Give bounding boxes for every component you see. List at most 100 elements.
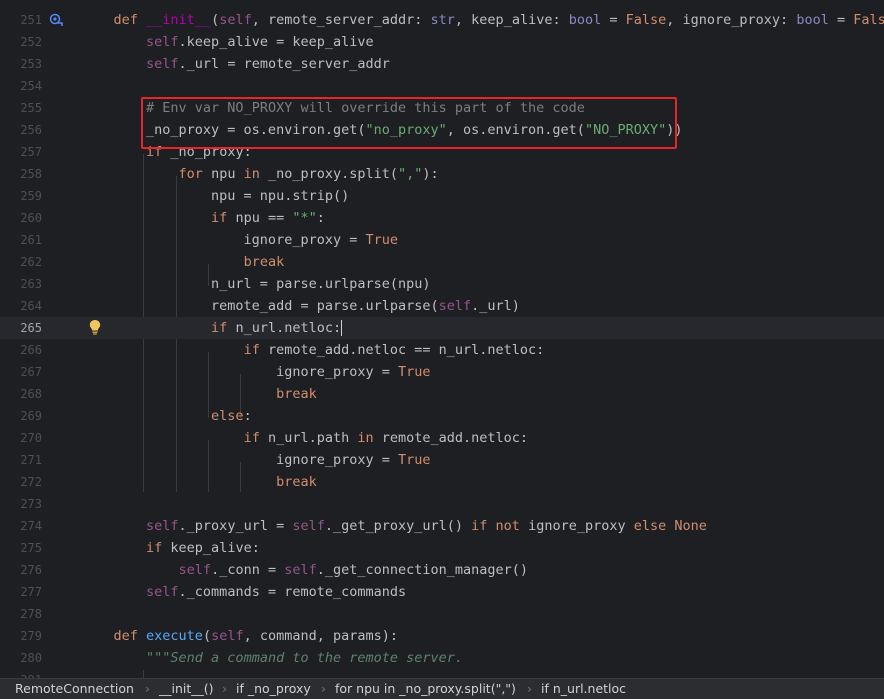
line-number[interactable]: 262	[0, 251, 42, 273]
code-text[interactable]: break	[81, 251, 285, 273]
line-number[interactable]: 252	[0, 31, 42, 53]
code-line[interactable]: 258 for npu in _no_proxy.split(","):	[0, 163, 884, 185]
code-text[interactable]: self._conn = self._get_connection_manage…	[81, 559, 529, 581]
line-number[interactable]: 258	[0, 163, 42, 185]
line-number[interactable]: 272	[0, 471, 42, 493]
line-number[interactable]: 263	[0, 273, 42, 295]
line-number[interactable]: 269	[0, 405, 42, 427]
code-line[interactable]: 252 self.keep_alive = keep_alive	[0, 31, 884, 53]
code-text[interactable]: if keep_alive:	[81, 537, 260, 559]
code-line[interactable]: 251 def __init__(self, remote_server_add…	[0, 9, 884, 31]
code-text[interactable]: if n_url.netloc:	[81, 317, 343, 339]
line-number[interactable]: 271	[0, 449, 42, 471]
code-text[interactable]: ignore_proxy = True	[81, 449, 430, 471]
code-token: ignore_proxy	[528, 518, 634, 534]
code-line[interactable]: 264 remote_add = parse.urlparse(self._ur…	[0, 295, 884, 317]
breadcrumb-item[interactable]: if _no_proxy	[236, 679, 311, 699]
code-line[interactable]: 271 ignore_proxy = True	[0, 449, 884, 471]
line-number[interactable]: 256	[0, 119, 42, 141]
code-line[interactable]: 265 if n_url.netloc:	[0, 317, 884, 339]
code-text[interactable]: self._url = remote_server_addr	[81, 53, 390, 75]
code-line[interactable]: 279 def execute(self, command, params):	[0, 625, 884, 647]
code-line[interactable]: 268 break	[0, 383, 884, 405]
code-line[interactable]: 273	[0, 493, 884, 515]
code-token: ","	[398, 166, 423, 182]
line-number[interactable]: 276	[0, 559, 42, 581]
breadcrumb-item[interactable]: if n_url.netloc	[541, 679, 626, 699]
code-line[interactable]: 270 if n_url.path in remote_add.netloc:	[0, 427, 884, 449]
code-text[interactable]: else:	[81, 405, 252, 427]
code-text[interactable]: break	[81, 383, 317, 405]
code-text[interactable]: def execute(self, command, params):	[81, 625, 399, 647]
line-number[interactable]: 254	[0, 75, 42, 97]
code-line[interactable]: 259 npu = npu.strip()	[0, 185, 884, 207]
code-text[interactable]: for npu in _no_proxy.split(","):	[81, 163, 439, 185]
line-number[interactable]: 266	[0, 339, 42, 361]
code-line[interactable]: 261 ignore_proxy = True	[0, 229, 884, 251]
code-text[interactable]: self._proxy_url = self._get_proxy_url() …	[81, 515, 707, 537]
line-number[interactable]: 255	[0, 97, 42, 119]
line-number[interactable]: 270	[0, 427, 42, 449]
code-line[interactable]: 254	[0, 75, 884, 97]
code-text[interactable]: ignore_proxy = True	[81, 361, 430, 383]
line-number[interactable]: 274	[0, 515, 42, 537]
code-line[interactable]: 274 self._proxy_url = self._get_proxy_ur…	[0, 515, 884, 537]
code-line[interactable]: 267 ignore_proxy = True	[0, 361, 884, 383]
line-number[interactable]: 267	[0, 361, 42, 383]
line-number[interactable]: 278	[0, 603, 42, 625]
breadcrumb-separator: ›	[321, 681, 326, 696]
line-number[interactable]: 281	[0, 669, 42, 678]
code-text[interactable]: """Send a command to the remote server.	[81, 647, 463, 669]
code-text[interactable]: ignore_proxy = True	[81, 229, 398, 251]
code-text[interactable]: self.keep_alive = keep_alive	[81, 31, 374, 53]
code-token: __init__	[146, 12, 212, 28]
code-text[interactable]: self._commands = remote_commands	[81, 581, 406, 603]
code-line[interactable]: 281	[0, 669, 884, 678]
code-text[interactable]: if remote_add.netloc == n_url.netloc:	[81, 339, 545, 361]
code-token: ignore_proxy =	[81, 232, 366, 248]
code-line[interactable]: 263 n_url = parse.urlparse(npu)	[0, 273, 884, 295]
code-line[interactable]: 266 if remote_add.netloc == n_url.netloc…	[0, 339, 884, 361]
code-text[interactable]: npu = npu.strip()	[81, 185, 349, 207]
code-line[interactable]: 253 self._url = remote_server_addr	[0, 53, 884, 75]
breadcrumb-item[interactable]: __init__()	[159, 679, 214, 699]
override-marker-icon[interactable]	[48, 12, 64, 28]
code-text[interactable]: if n_url.path in remote_add.netloc:	[81, 427, 529, 449]
code-line[interactable]: 278	[0, 603, 884, 625]
line-number[interactable]: 277	[0, 581, 42, 603]
code-text[interactable]: if npu == "*":	[81, 207, 325, 229]
code-line[interactable]: 272 break	[0, 471, 884, 493]
line-number[interactable]: 275	[0, 537, 42, 559]
line-number[interactable]: 259	[0, 185, 42, 207]
code-line[interactable]: 262 break	[0, 251, 884, 273]
line-number[interactable]: 279	[0, 625, 42, 647]
breadcrumb-item[interactable]: RemoteConnection	[15, 679, 134, 699]
code-token: , keep_alive:	[454, 12, 569, 28]
line-number[interactable]: 253	[0, 53, 42, 75]
line-number[interactable]: 280	[0, 647, 42, 669]
line-number[interactable]: 268	[0, 383, 42, 405]
line-number[interactable]: 261	[0, 229, 42, 251]
breadcrumb-item[interactable]: for npu in _no_proxy.split(",")	[335, 679, 516, 699]
lightbulb-icon[interactable]	[88, 319, 102, 335]
line-number[interactable]: 264	[0, 295, 42, 317]
code-line[interactable]: 277 self._commands = remote_commands	[0, 581, 884, 603]
line-number[interactable]: 273	[0, 493, 42, 515]
code-text[interactable]: n_url = parse.urlparse(npu)	[81, 273, 430, 295]
code-text[interactable]: remote_add = parse.urlparse(self._url)	[81, 295, 520, 317]
code-text[interactable]: def __init__(self, remote_server_addr: s…	[81, 9, 884, 31]
code-text[interactable]: break	[81, 471, 317, 493]
code-line[interactable]: 260 if npu == "*":	[0, 207, 884, 229]
code-line[interactable]: 280 """Send a command to the remote serv…	[0, 647, 884, 669]
line-number[interactable]: 265	[0, 317, 42, 339]
line-number[interactable]: 260	[0, 207, 42, 229]
code-line[interactable]: 269 else:	[0, 405, 884, 427]
line-number[interactable]: 251	[0, 9, 42, 31]
line-number[interactable]: 257	[0, 141, 42, 163]
code-line[interactable]: 276 self._conn = self._get_connection_ma…	[0, 559, 884, 581]
code-line[interactable]: 275 if keep_alive:	[0, 537, 884, 559]
